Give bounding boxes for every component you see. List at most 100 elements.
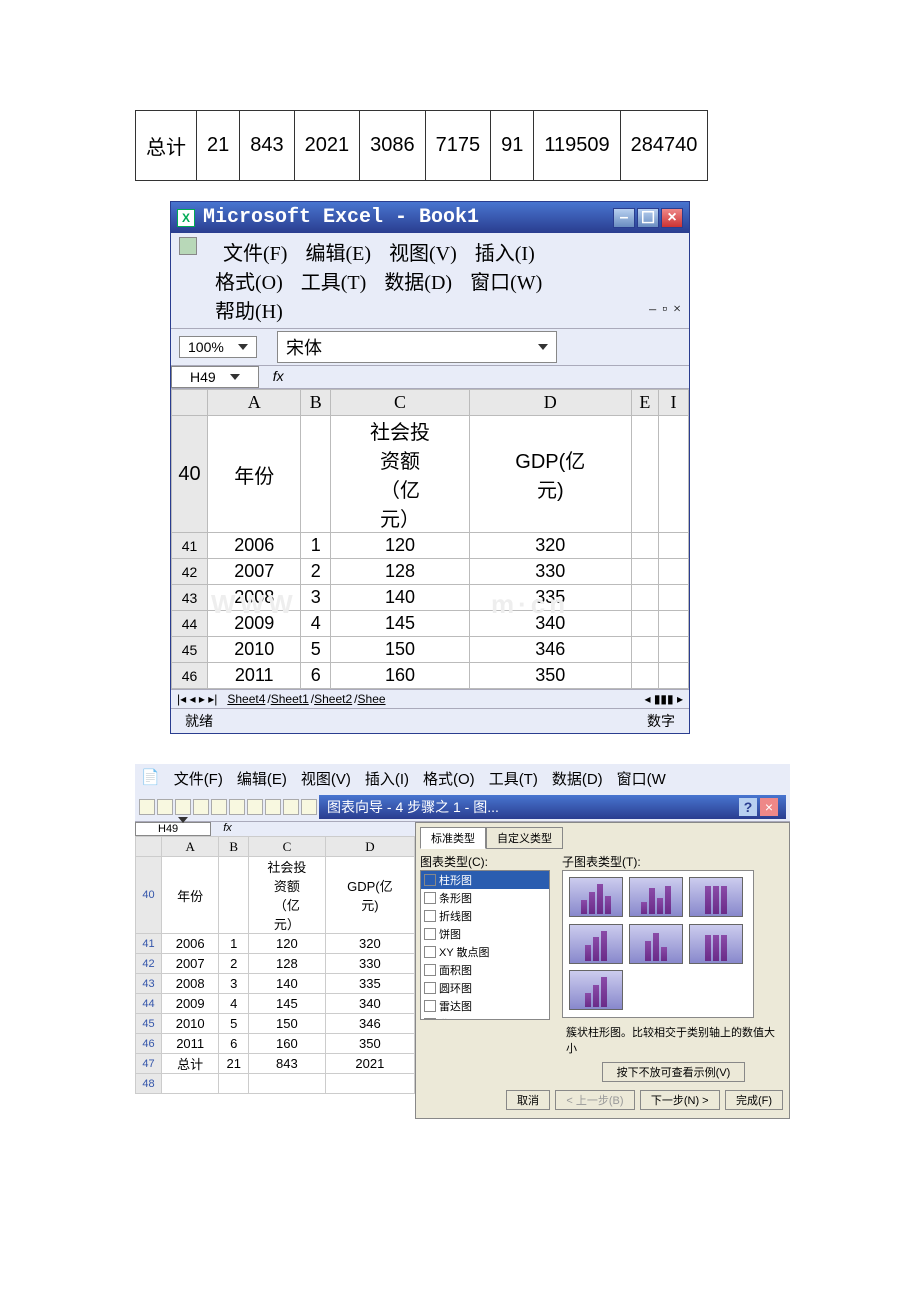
chart-type-item[interactable]: 曲面图 [421, 1015, 549, 1020]
chart-type-item[interactable]: 条形图 [421, 889, 549, 907]
cell[interactable]: 2008 [208, 585, 301, 611]
titlebar[interactable]: X Microsoft Excel - Book1 – ☐ × [171, 202, 689, 233]
maximize-button[interactable]: ☐ [637, 208, 659, 228]
col-head-d[interactable]: D [469, 390, 631, 416]
cell[interactable]: 150 [249, 1014, 326, 1034]
cell[interactable] [631, 533, 658, 559]
formula-bar[interactable]: fx [211, 822, 244, 836]
row-head[interactable]: 41 [172, 533, 208, 559]
row-head[interactable]: 47 [136, 1054, 162, 1074]
cell[interactable]: 年份 [208, 416, 301, 533]
cell[interactable]: 350 [325, 1034, 414, 1054]
chart-type-item[interactable]: 圆环图 [421, 979, 549, 997]
cell[interactable]: 150 [331, 637, 470, 663]
cell[interactable]: 2006 [208, 533, 301, 559]
cell[interactable] [325, 1074, 414, 1094]
menu-data[interactable]: 数据(D) [552, 768, 603, 789]
close-button[interactable]: × [661, 208, 683, 228]
cell[interactable] [659, 416, 689, 533]
cell[interactable] [631, 637, 658, 663]
cell[interactable]: 4 [301, 611, 331, 637]
h-scroll[interactable]: ◂ ▮▮▮ ▸ [644, 692, 683, 706]
cell[interactable]: 5 [219, 1014, 249, 1034]
sheet-tab[interactable]: Sheet1 [271, 692, 309, 706]
cell[interactable]: 120 [249, 934, 326, 954]
cell[interactable] [659, 637, 689, 663]
chart-type-item[interactable]: 面积图 [421, 961, 549, 979]
row-head[interactable]: 44 [172, 611, 208, 637]
menu-insert[interactable]: 插入(I) [365, 768, 409, 789]
cell[interactable]: 128 [249, 954, 326, 974]
cell[interactable]: 2021 [325, 1054, 414, 1074]
cell[interactable]: 140 [331, 585, 470, 611]
doc-minimize-icon[interactable]: – [649, 302, 656, 318]
next-button[interactable]: 下一步(N) > [640, 1090, 720, 1110]
chart-type-item[interactable]: 柱形图 [421, 871, 549, 889]
sheet-tab[interactable]: Sheet2 [314, 692, 352, 706]
formula-bar[interactable]: fx [259, 366, 298, 388]
cell[interactable] [631, 416, 658, 533]
row-head[interactable]: 43 [136, 974, 162, 994]
cell[interactable] [631, 663, 658, 689]
row-head[interactable]: 43 [172, 585, 208, 611]
font-dropdown[interactable]: 宋体 [277, 331, 557, 363]
cell[interactable]: 140 [249, 974, 326, 994]
col-head-e[interactable]: E [631, 390, 658, 416]
cell[interactable]: 350 [469, 663, 631, 689]
format-painter-icon[interactable] [301, 799, 317, 815]
cell[interactable]: 340 [325, 994, 414, 1014]
cell[interactable]: 6 [301, 663, 331, 689]
cell[interactable] [659, 533, 689, 559]
spreadsheet-grid-2[interactable]: A B C D 40 年份 社会投 资额 （亿 元） GDP(亿 元) 41 2… [135, 836, 415, 1094]
cell[interactable]: 2011 [162, 1034, 219, 1054]
row-head[interactable]: 48 [136, 1074, 162, 1094]
menu-data[interactable]: 数据(D) [384, 266, 452, 295]
name-box[interactable]: H49 [135, 822, 211, 836]
wizard-titlebar[interactable]: 图表向导 - 4 步骤之 1 - 图... ? × [319, 795, 786, 819]
cell[interactable]: 346 [469, 637, 631, 663]
col-head-a[interactable]: A [208, 390, 301, 416]
subtype-option[interactable] [569, 970, 623, 1010]
cell[interactable] [631, 559, 658, 585]
chart-type-item[interactable]: 折线图 [421, 907, 549, 925]
chart-type-item[interactable]: 饼图 [421, 925, 549, 943]
menu-edit[interactable]: 编辑(E) [305, 237, 371, 266]
cell[interactable]: 2 [301, 559, 331, 585]
cell[interactable]: 160 [331, 663, 470, 689]
cell[interactable]: 346 [325, 1014, 414, 1034]
cell[interactable]: 2006 [162, 934, 219, 954]
menu-tools[interactable]: 工具(T) [489, 768, 538, 789]
menu-tools[interactable]: 工具(T) [301, 266, 367, 295]
cell[interactable]: 320 [469, 533, 631, 559]
wizard-close-icon[interactable]: × [760, 798, 778, 816]
menu-file[interactable]: 文件(F) [223, 237, 287, 266]
cell[interactable]: 1 [219, 934, 249, 954]
cell[interactable] [659, 585, 689, 611]
select-all[interactable] [172, 390, 208, 416]
cell[interactable] [631, 611, 658, 637]
cell[interactable]: 120 [331, 533, 470, 559]
print-icon[interactable] [193, 799, 209, 815]
cell[interactable]: 3 [301, 585, 331, 611]
subtype-option[interactable] [629, 924, 683, 964]
row-head[interactable]: 41 [136, 934, 162, 954]
menu-edit[interactable]: 编辑(E) [237, 768, 287, 789]
cell[interactable]: 320 [325, 934, 414, 954]
cell[interactable]: 社会投 资额 （亿 元） [331, 416, 470, 533]
subtype-option[interactable] [689, 924, 743, 964]
menu-file[interactable]: 文件(F) [174, 768, 223, 789]
cell[interactable]: 2009 [208, 611, 301, 637]
cell[interactable] [631, 585, 658, 611]
menu-insert[interactable]: 插入(I) [475, 237, 535, 266]
cell[interactable]: 2009 [162, 994, 219, 1014]
cell[interactable]: 2011 [208, 663, 301, 689]
open-icon[interactable] [157, 799, 173, 815]
cell[interactable] [249, 1074, 326, 1094]
row-head[interactable]: 42 [172, 559, 208, 585]
cell[interactable] [162, 1074, 219, 1094]
chart-type-item[interactable]: XY 散点图 [421, 943, 549, 961]
copy-icon[interactable] [265, 799, 281, 815]
menu-window[interactable]: 窗口(W [617, 768, 666, 789]
preview-icon[interactable] [211, 799, 227, 815]
cell[interactable]: 2008 [162, 974, 219, 994]
